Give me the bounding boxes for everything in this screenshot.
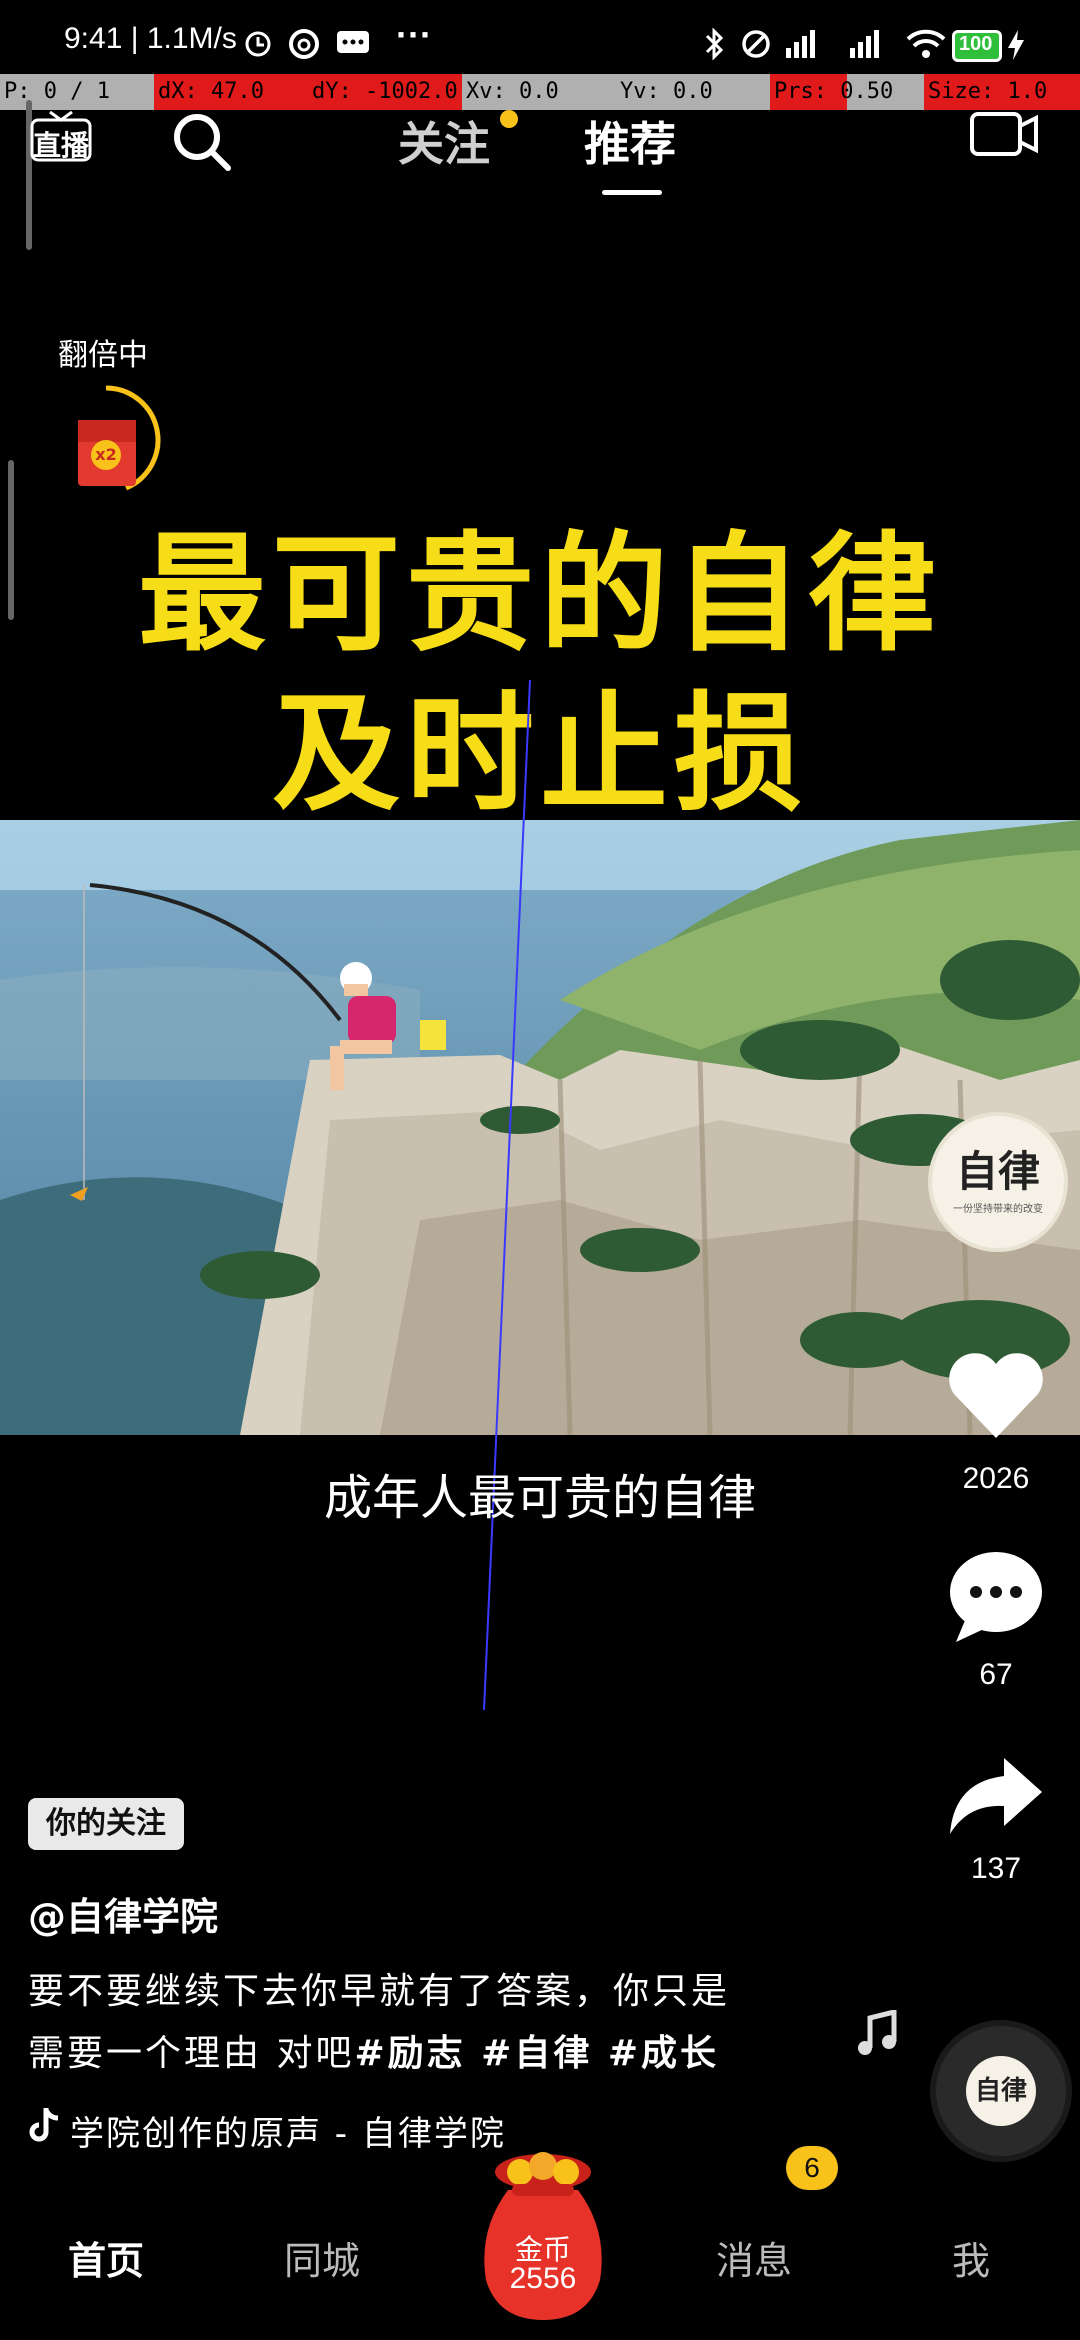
bluetooth-icon: [705, 28, 724, 60]
music-title[interactable]: 学院创作的原声 - 自律学院: [70, 2106, 506, 2155]
video-badge: 自律 一份坚持带来的改变: [928, 1112, 1068, 1252]
debug-dx: dX: 47.0: [154, 74, 308, 110]
signal-icon-2: [850, 30, 879, 58]
music-disc[interactable]: 自律: [930, 2020, 1072, 2162]
netease-icon: [289, 29, 319, 59]
tab-home[interactable]: 首页: [68, 2230, 144, 2285]
reward-label: 翻倍中: [58, 338, 148, 373]
charging-icon: [1008, 30, 1024, 60]
following-dot: [500, 110, 518, 128]
debug-size: Size: 1.0: [924, 74, 1080, 110]
badge-title: 自律: [955, 1147, 1040, 1196]
battery-level: 100: [959, 33, 993, 55]
badge-subtitle: 一份坚持带来的改变: [953, 1204, 1043, 1215]
tab-following[interactable]: 关注: [398, 108, 490, 174]
debug-yv: Yv: 0.0: [616, 74, 770, 110]
comment-icon[interactable]: [946, 1548, 1046, 1644]
tiktok-note-icon: [29, 2108, 59, 2142]
comment-count: 67: [979, 1658, 1013, 1691]
reward-widget[interactable]: x2: [76, 384, 176, 494]
pointer-debug-overlay: P: 0 / 1 dX: 47.0 dY: -1002.0 Xv: 0.0 Yv…: [0, 74, 1080, 110]
signal-icon-1: [786, 30, 815, 58]
description-line-1: 要不要继续下去你早就有了答案，你只是: [28, 1971, 731, 2012]
disc-label: 自律: [966, 2056, 1036, 2126]
music-note-icon: [858, 2010, 897, 2055]
camera-icon[interactable]: [970, 108, 1040, 160]
tab-recommended[interactable]: 推荐: [584, 108, 676, 174]
red-envelope-icon: x2: [78, 420, 136, 486]
message-icon: [337, 31, 369, 53]
reward-multiplier: x2: [91, 440, 121, 470]
share-count: 137: [970, 1852, 1022, 1885]
description-line-2: 需要一个理由 对吧#励志 #自律 #成长: [28, 2024, 719, 2076]
status-time-speed: 9:41 | 1.1M/s: [64, 22, 237, 55]
alarm-icon: [245, 31, 271, 57]
status-more: ···: [396, 14, 432, 55]
tab-me[interactable]: 我: [952, 2230, 990, 2285]
fishing-cliff-illustration: [0, 820, 1080, 1435]
follow-tag: 你的关注: [28, 1798, 184, 1850]
headline-line-2: 及时止损: [271, 680, 808, 829]
search-icon[interactable]: [170, 110, 234, 174]
author-name[interactable]: @自律学院: [28, 1886, 218, 1941]
description-text: 需要一个理由 对吧: [28, 2033, 355, 2074]
headline-line-1: 最可贵的自律: [137, 520, 942, 669]
like-count: 2026: [962, 1462, 1030, 1495]
dnd-icon: [742, 30, 770, 58]
live-label: 直播: [33, 129, 90, 162]
tab-messages[interactable]: 消息: [716, 2230, 792, 2285]
coins-button[interactable]: 金币 2556: [478, 2150, 608, 2322]
debug-xv: Xv: 0.0: [462, 74, 616, 110]
battery-icon: 100: [952, 30, 1002, 62]
debug-dy: dY: -1002.0: [308, 74, 462, 110]
share-icon[interactable]: [946, 1754, 1046, 1838]
debug-pressure: Prs: 0.50: [770, 74, 924, 110]
swipe-trail: [483, 680, 531, 1711]
messages-badge: 6: [786, 2146, 838, 2190]
hashtags[interactable]: #励志 #自律 #成长: [354, 2033, 719, 2074]
tab-nearby[interactable]: 同城: [284, 2230, 360, 2285]
debug-pointer-count: P: 0 / 1: [0, 74, 154, 110]
coins-value: 2556: [509, 2262, 577, 2295]
video-frame[interactable]: [0, 820, 1080, 1435]
tab-indicator: [602, 190, 662, 195]
like-heart-icon[interactable]: [946, 1350, 1046, 1442]
wifi-icon: [906, 29, 946, 58]
